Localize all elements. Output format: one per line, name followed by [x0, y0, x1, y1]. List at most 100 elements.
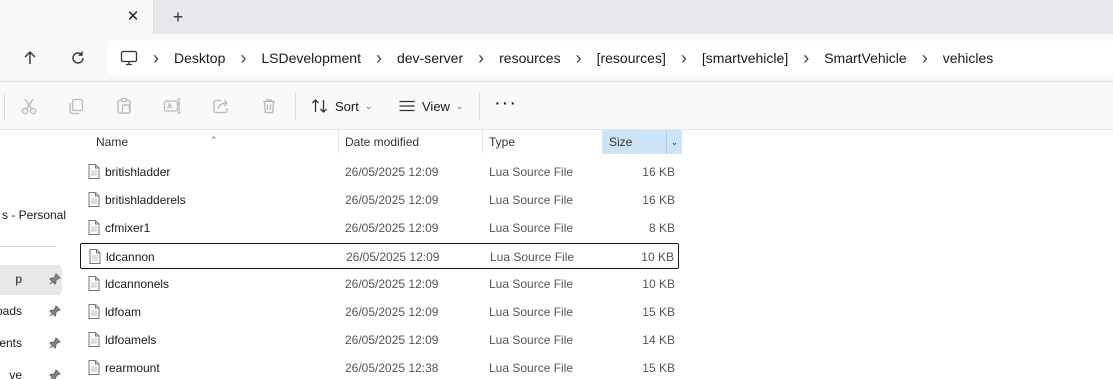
sidebar-item-drive[interactable]: ve [0, 361, 62, 379]
file-name: ldfoam [105, 305, 142, 319]
divider [295, 92, 296, 120]
address-row: › Desktop › LSDevelopment › dev-server › resour… [0, 34, 1113, 82]
file-size: 15 KB [642, 305, 675, 319]
file-name: ldcannonels [105, 277, 170, 291]
command-bar: Sort ⌄ View ⌄ ··· [0, 82, 1113, 130]
file-row[interactable]: cfmixer1 26/05/2025 12:09 Lua Source File 8… [80, 215, 679, 241]
breadcrumb-item[interactable]: Desktop [174, 50, 225, 66]
sidebar-item-downloads[interactable]: oads [0, 297, 62, 327]
column-header-type[interactable]: Type [483, 130, 601, 154]
tab-strip: ✕ + [0, 0, 1113, 34]
file-row[interactable]: britishladderels 26/05/2025 12:09 Lua Sour… [80, 187, 679, 213]
file-date: 26/05/2025 12:09 [345, 277, 439, 291]
file-date: 26/05/2025 12:09 [346, 250, 440, 264]
onedrive-personal-item[interactable]: s - Personal [2, 208, 66, 222]
more-options-button[interactable]: ··· [494, 93, 517, 113]
breadcrumb-item[interactable]: SmartVehicle [824, 50, 906, 66]
file-row[interactable]: ldcannonels 26/05/2025 12:09 Lua Source Fi… [80, 271, 679, 297]
breadcrumb-item[interactable]: LSDevelopment [261, 50, 361, 66]
sidebar-item-documents[interactable]: ents [0, 329, 62, 359]
pin-icon [49, 369, 61, 379]
file-size: 14 KB [642, 333, 675, 347]
sidebar-item-desktop[interactable]: p [0, 265, 62, 295]
column-header-size[interactable]: Size ⌄ [602, 130, 682, 154]
sidebar-item-label: ents [0, 336, 22, 350]
chevron-right-icon[interactable]: › [568, 48, 590, 69]
file-date: 26/05/2025 12:09 [345, 333, 439, 347]
lua-file-icon [88, 360, 100, 375]
copy-icon[interactable] [66, 96, 86, 116]
file-row[interactable]: ldfoamels 26/05/2025 12:09 Lua Source File… [80, 327, 679, 353]
file-date: 26/05/2025 12:09 [345, 165, 439, 179]
lua-file-icon [88, 192, 100, 207]
close-tab-icon[interactable]: ✕ [124, 8, 142, 26]
file-date: 26/05/2025 12:38 [345, 361, 439, 375]
pin-icon [49, 273, 61, 285]
chevron-right-icon[interactable]: › [232, 48, 254, 69]
breadcrumb-item[interactable]: [resources] [597, 50, 666, 66]
sidebar-item-label: ve [9, 368, 22, 379]
share-icon[interactable] [211, 96, 231, 116]
file-row[interactable]: britishladder 26/05/2025 12:09 Lua Source … [80, 159, 679, 185]
file-size: 8 KB [648, 221, 675, 235]
new-tab-button[interactable]: + [168, 6, 188, 28]
active-tab[interactable]: ✕ [0, 0, 154, 34]
file-type: Lua Source File [489, 165, 574, 179]
chevron-right-icon[interactable]: › [914, 48, 936, 69]
file-size: 16 KB [642, 165, 675, 179]
file-list: ⌃ Name Date modified Type Size ⌄ british… [66, 130, 1113, 379]
breadcrumb-item[interactable]: vehicles [943, 50, 994, 66]
chevron-down-icon: ⌄ [455, 100, 464, 111]
up-arrow-icon[interactable] [18, 46, 42, 70]
view-icon [398, 98, 416, 114]
divider [479, 92, 480, 120]
file-name: rearmount [105, 361, 160, 375]
pin-icon [49, 337, 61, 349]
sidebar-item-label: oads [0, 304, 22, 318]
column-header-label: Date modified [345, 135, 420, 149]
column-header-label: Type [489, 135, 516, 149]
column-header-label: Name [96, 135, 129, 149]
address-bar[interactable]: › Desktop › LSDevelopment › dev-server › resour… [108, 41, 1113, 75]
file-date: 26/05/2025 12:09 [345, 221, 439, 235]
breadcrumb-item[interactable]: dev-server [397, 50, 463, 66]
column-header-date[interactable]: Date modified [339, 130, 481, 154]
chevron-right-icon[interactable]: › [368, 48, 390, 69]
sort-label: Sort [335, 98, 359, 114]
pin-icon [49, 305, 61, 317]
chevron-right-icon[interactable]: › [470, 48, 492, 69]
chevron-right-icon[interactable]: › [145, 48, 167, 69]
view-button[interactable]: View ⌄ [398, 94, 464, 118]
refresh-icon[interactable] [66, 46, 90, 70]
file-size: 16 KB [642, 193, 675, 207]
paste-icon[interactable] [114, 96, 134, 116]
cut-icon[interactable] [19, 96, 39, 116]
file-date: 26/05/2025 12:09 [345, 193, 439, 207]
file-type: Lua Source File [489, 361, 574, 375]
sidebar-item-label: p [15, 272, 22, 286]
delete-icon[interactable] [259, 96, 279, 116]
sort-button[interactable]: Sort ⌄ [311, 94, 372, 118]
chevron-right-icon[interactable]: › [673, 48, 695, 69]
file-row[interactable]: ldcannon 26/05/2025 12:09 Lua Source File 1… [80, 243, 679, 269]
file-type: Lua Source File [489, 221, 574, 235]
lua-file-icon [88, 276, 100, 291]
breadcrumb-item[interactable]: resources [499, 50, 560, 66]
lua-file-icon [88, 304, 100, 319]
chevron-down-icon[interactable]: ⌄ [666, 130, 682, 154]
navigation-pane: s - Personal p oads ents ve [0, 130, 66, 379]
file-row[interactable]: rearmount 26/05/2025 12:38 Lua Source File… [80, 355, 679, 379]
lua-file-icon [88, 220, 100, 235]
this-pc-icon[interactable] [120, 50, 138, 66]
chevron-right-icon[interactable]: › [795, 48, 817, 69]
file-type: Lua Source File [489, 193, 574, 207]
sort-icon [311, 98, 329, 114]
rename-icon[interactable] [162, 96, 182, 116]
lua-file-icon [89, 249, 101, 264]
breadcrumb-item[interactable]: [smartvehicle] [702, 50, 788, 66]
lua-file-icon [88, 164, 100, 179]
column-header-name[interactable]: ⌃ Name [66, 130, 336, 154]
file-row[interactable]: ldfoam 26/05/2025 12:09 Lua Source File 15 … [80, 299, 679, 325]
column-header-label: Size [609, 135, 633, 149]
divider [4, 92, 5, 120]
